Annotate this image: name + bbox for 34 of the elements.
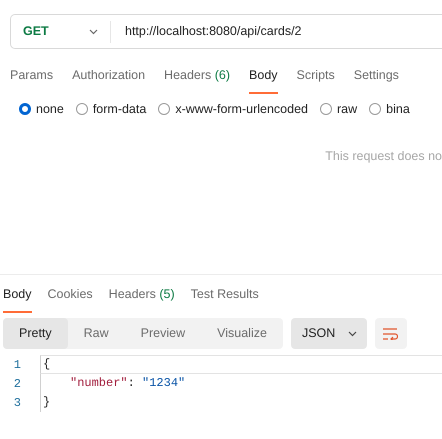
- tab[interactable]: Settings: [354, 62, 399, 94]
- code-line: }: [40, 393, 442, 412]
- radio-option[interactable]: form-data: [76, 100, 146, 118]
- chevron-down-icon: [89, 28, 98, 34]
- wrap-lines-button[interactable]: [374, 318, 407, 349]
- method-dropdown[interactable]: GET: [11, 20, 111, 42]
- view-mode-tab[interactable]: Pretty: [3, 318, 68, 349]
- line-number: 2: [12, 376, 22, 392]
- tab[interactable]: Headers (5): [108, 281, 175, 313]
- method-label[interactable]: GET: [23, 22, 49, 41]
- tab[interactable]: Scripts: [296, 62, 335, 94]
- view-mode-tab[interactable]: Visualize: [201, 318, 283, 349]
- tab[interactable]: Headers (6): [164, 62, 230, 94]
- body-message: This request does no: [325, 148, 442, 162]
- wrap-lines-icon: [383, 328, 398, 340]
- line-number: 3: [12, 394, 22, 412]
- view-mode-tab[interactable]: Preview: [124, 318, 202, 349]
- tab[interactable]: Body: [249, 62, 278, 94]
- tab[interactable]: Authorization: [72, 62, 146, 94]
- url-field[interactable]: http://localhost:8080/api/cards/2: [111, 22, 302, 41]
- radio-option[interactable]: raw: [320, 100, 358, 118]
- radio-option[interactable]: none: [19, 100, 64, 118]
- tab[interactable]: Cookies: [48, 281, 93, 313]
- line-number: 1: [12, 356, 22, 374]
- tab[interactable]: Params: [10, 62, 54, 94]
- code-line: {: [40, 355, 442, 374]
- format-dropdown[interactable]: JSON: [290, 318, 367, 349]
- view-mode-tab[interactable]: Raw: [68, 318, 125, 349]
- tab[interactable]: Test Results: [190, 281, 259, 313]
- chevron-down-icon: [348, 330, 357, 336]
- code-line: "number": "1234": [40, 374, 442, 393]
- radio-option[interactable]: bina: [369, 100, 410, 118]
- radio-option[interactable]: x-www-form-urlencoded: [158, 100, 308, 118]
- tab[interactable]: Body: [3, 281, 32, 313]
